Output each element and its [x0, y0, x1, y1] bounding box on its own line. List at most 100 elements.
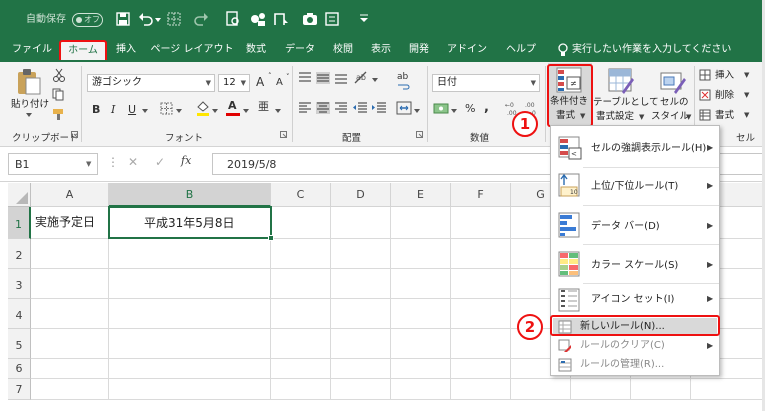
row-header-2[interactable]: 2: [8, 239, 31, 269]
phonetic-guide-button[interactable]: 亜: [258, 101, 269, 112]
increase-indent-icon[interactable]: [371, 102, 387, 114]
tab-file[interactable]: ファイル: [12, 40, 52, 60]
confirm-edit-icon[interactable]: ✓: [155, 156, 165, 168]
cut-icon[interactable]: [53, 68, 65, 82]
tab-home[interactable]: ホーム: [59, 40, 107, 60]
bottom-align-icon[interactable]: [334, 72, 348, 84]
tab-help[interactable]: ヘルプ: [501, 40, 541, 60]
row-header-7[interactable]: 7: [8, 379, 31, 400]
paste-label[interactable]: 貼り付け: [11, 100, 49, 110]
delete-cells-icon[interactable]: [699, 89, 711, 101]
tab-addins[interactable]: アドイン: [444, 40, 490, 60]
menu-item-color-scales[interactable]: カラー スケール(S) ▶: [551, 246, 719, 282]
middle-align-icon[interactable]: [316, 72, 330, 84]
cell-styles-button[interactable]: セルの スタイル ▼: [651, 64, 693, 126]
accounting-dropdown-icon[interactable]: [451, 109, 457, 113]
grow-font-button[interactable]: A: [256, 76, 264, 88]
orientation-dropdown-icon[interactable]: [372, 78, 378, 82]
format-cells-label[interactable]: 書式: [715, 111, 734, 121]
merge-center-icon[interactable]: [396, 101, 412, 115]
camera-icon[interactable]: [302, 12, 318, 26]
clipboard-launcher-icon[interactable]: [71, 131, 78, 138]
menu-item-highlight-rules[interactable]: < セルの強調表示ルール(H) ▶: [551, 131, 719, 165]
border-icon[interactable]: [160, 102, 173, 115]
row-header-4[interactable]: 4: [8, 299, 31, 329]
menu-item-manage-rules[interactable]: ルールの管理(R)...: [553, 356, 717, 374]
font-name-combo[interactable]: 游ゴシック ▼: [87, 74, 215, 92]
column-header-d[interactable]: D: [331, 183, 391, 207]
format-cells-icon[interactable]: [699, 109, 711, 121]
tab-page-layout[interactable]: ページ レイアウト: [150, 40, 234, 60]
insert-cells-label[interactable]: 挿入: [715, 71, 734, 81]
chevron-down-icon[interactable]: ▼: [744, 72, 749, 79]
delete-cells-label[interactable]: 削除: [715, 91, 734, 101]
font-launcher-icon[interactable]: [280, 131, 287, 138]
row-header-1[interactable]: 1: [8, 207, 31, 239]
print-preview-icon[interactable]: [226, 11, 240, 27]
align-right-icon[interactable]: [334, 102, 348, 114]
paste-dropdown-icon[interactable]: [26, 113, 32, 117]
alignment-launcher-icon[interactable]: [416, 131, 423, 138]
cancel-edit-icon[interactable]: ✕: [128, 156, 138, 168]
tab-insert[interactable]: 挿入: [111, 40, 141, 60]
tab-review[interactable]: 校閲: [328, 40, 358, 60]
shrink-font-button[interactable]: A: [276, 78, 283, 88]
menu-item-icon-sets[interactable]: アイコン セット(I) ▶: [551, 285, 719, 315]
undo-dropdown-icon[interactable]: [155, 18, 161, 22]
bold-button[interactable]: B: [92, 104, 100, 115]
column-header-b[interactable]: B: [109, 183, 271, 207]
fill-color-icon[interactable]: [196, 100, 210, 116]
tab-view[interactable]: 表示: [366, 40, 396, 60]
wrap-text-button[interactable]: ab: [397, 73, 408, 82]
font-size-combo[interactable]: 12 ▼: [218, 74, 250, 92]
format-painter-icon[interactable]: [52, 108, 65, 121]
align-left-icon[interactable]: [298, 102, 312, 114]
phonetic-dropdown-icon[interactable]: [275, 109, 281, 113]
tab-formulas[interactable]: 数式: [240, 40, 272, 60]
sort-icon[interactable]: [272, 11, 290, 27]
cell-a1[interactable]: 実施予定日: [35, 216, 95, 228]
comma-style-button[interactable]: ,: [484, 101, 489, 114]
form-icon[interactable]: [325, 12, 339, 26]
percent-style-button[interactable]: %: [465, 103, 475, 114]
top-align-icon[interactable]: [298, 72, 312, 84]
align-center-icon[interactable]: [316, 102, 330, 114]
insert-cells-icon[interactable]: [699, 69, 711, 81]
insert-function-button[interactable]: fx: [181, 155, 191, 166]
fill-handle[interactable]: [268, 235, 274, 241]
orientation-icon[interactable]: ab: [354, 70, 370, 84]
column-header-c[interactable]: C: [271, 183, 331, 207]
border-dropdown-icon[interactable]: [176, 109, 182, 113]
chevron-down-icon[interactable]: ▼: [744, 112, 749, 119]
font-color-button[interactable]: A: [226, 100, 240, 116]
tab-developer[interactable]: 開発: [404, 40, 434, 60]
customize-qat-icon[interactable]: [360, 14, 368, 24]
underline-dropdown-icon[interactable]: [142, 109, 148, 113]
font-color-dropdown-icon[interactable]: [243, 109, 249, 113]
underline-button[interactable]: U: [128, 104, 136, 115]
column-header-a[interactable]: A: [31, 183, 109, 207]
name-box[interactable]: B1 ▼: [8, 153, 98, 175]
paste-icon[interactable]: [16, 68, 42, 96]
autosave-toggle[interactable]: オフ: [72, 13, 103, 27]
save-icon[interactable]: [116, 12, 130, 26]
column-header-f[interactable]: F: [451, 183, 511, 207]
undo-icon[interactable]: [138, 12, 154, 26]
format-as-table-button[interactable]: テーブルとして 書式設定 ▼: [593, 64, 659, 126]
chevron-down-icon[interactable]: ▼: [744, 92, 749, 99]
number-format-combo[interactable]: 日付 ▼: [432, 74, 540, 92]
menu-item-data-bars[interactable]: データ バー(D) ▶: [551, 207, 719, 243]
row-header-3[interactable]: 3: [8, 269, 31, 299]
column-header-e[interactable]: E: [391, 183, 451, 207]
italic-button[interactable]: I: [111, 104, 115, 115]
tell-me-search[interactable]: 実行したい作業を入力してください: [572, 45, 731, 55]
select-all-corner[interactable]: [8, 183, 31, 207]
menu-item-top-bottom-rules[interactable]: 10 上位/下位ルール(T) ▶: [551, 169, 719, 203]
row-header-6[interactable]: 6: [8, 359, 31, 379]
accounting-format-icon[interactable]: [433, 101, 449, 115]
decrease-indent-icon[interactable]: [352, 102, 368, 114]
tab-data[interactable]: データ: [282, 40, 318, 60]
copy-icon[interactable]: [52, 88, 64, 101]
menu-item-clear-rules[interactable]: ルールのクリア(C) ▶: [553, 337, 717, 355]
borders-icon[interactable]: [167, 12, 181, 26]
